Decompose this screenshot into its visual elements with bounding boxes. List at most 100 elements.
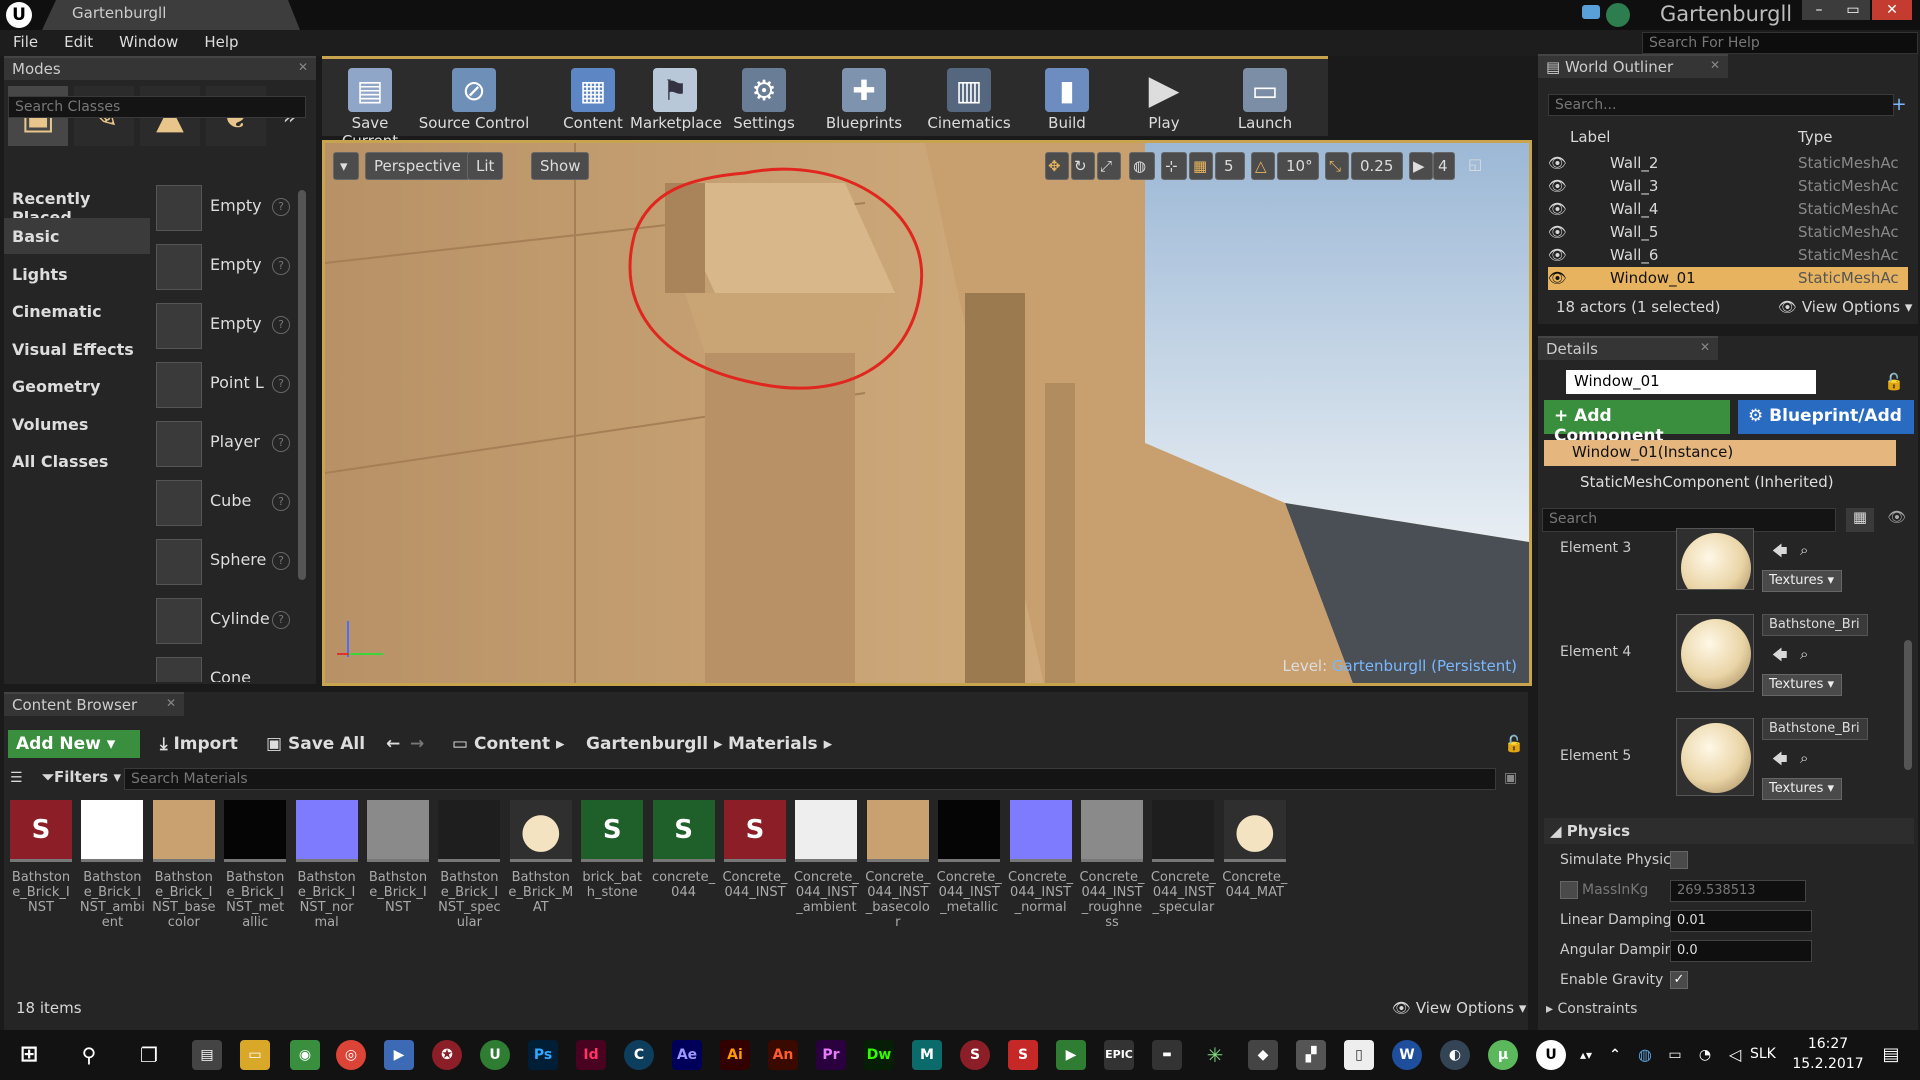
menu-window[interactable]: Window [106, 30, 191, 54]
import-button[interactable]: ⤓ Import [152, 730, 246, 758]
level-viewport[interactable]: ▾ Perspective Lit Show ✥ ↻ ⤢ ◍ ⊹ ▦ 5 △ 1… [322, 140, 1532, 686]
filters-button[interactable]: ⏷Filters ▾ [42, 768, 121, 786]
rotation-snap-value[interactable]: 10° [1277, 152, 1319, 180]
material-dropdown[interactable]: Bathstone_Bri [1762, 614, 1868, 636]
blueprint-add-script-button[interactable]: ⚙ Blueprint/Add [1738, 400, 1914, 434]
document-tab[interactable]: Gartenburgll [42, 0, 300, 30]
source-control-button[interactable]: ⊘ Source Control [418, 62, 530, 136]
asset-tile[interactable]: Bathstone_Brick_INST [365, 800, 431, 915]
app-icon[interactable]: S [960, 1040, 990, 1070]
app-icon[interactable]: ◆ [1248, 1040, 1278, 1070]
textures-button[interactable]: Textures ▾ [1762, 674, 1842, 696]
photoshop-icon[interactable]: Ps [528, 1040, 558, 1070]
category-lights[interactable]: Lights [4, 256, 150, 292]
breadcrumb-gartenburgll[interactable]: Gartenburgll ▸ [578, 730, 731, 758]
help-icon[interactable]: ? [272, 257, 290, 275]
help-icon[interactable]: ? [272, 552, 290, 570]
app-icon[interactable]: ◉ [290, 1040, 320, 1070]
details-tab[interactable]: Details ✕ [1538, 336, 1718, 360]
menu-help[interactable]: Help [191, 30, 251, 54]
linear-damping-input[interactable]: 0.01 [1670, 910, 1812, 932]
play-button[interactable]: ▶ Play [1134, 62, 1194, 136]
asset-tile[interactable]: Concrete_044_INST_metallic [936, 800, 1002, 915]
help-icon[interactable]: ? [272, 375, 290, 393]
asset-tile[interactable]: Sconcrete_044 [651, 800, 717, 900]
outliner-row[interactable]: 👁 Wall_2 StaticMeshAc [1548, 152, 1908, 175]
app-icon[interactable]: ◐ [1440, 1040, 1470, 1070]
component-inherited-row[interactable]: StaticMeshComponent (Inherited) [1544, 470, 1896, 496]
asset-tile[interactable]: Bathstone_Brick_INST_metallic [222, 800, 288, 930]
asset-tile[interactable]: Bathstone_Brick_INST_basecolor [151, 800, 217, 930]
eye-icon[interactable]: 👁 [1548, 269, 1567, 287]
category-visual-effects[interactable]: Visual Effects [4, 331, 150, 367]
add-new-button[interactable]: Add New ▾ [8, 730, 140, 758]
viewport-options-button[interactable]: ▾ [333, 152, 359, 180]
content-search-input[interactable]: Search Materials [124, 768, 1496, 790]
unreal-engine-icon[interactable]: U [1536, 1040, 1566, 1070]
place-item-empty-character[interactable]: Empty? [156, 239, 296, 295]
app-icon[interactable]: ▶ [1056, 1040, 1086, 1070]
asset-tile[interactable]: Concrete_044_INST_ambient [793, 800, 859, 915]
add-actor-icon[interactable]: + [1888, 94, 1910, 116]
asset-tile[interactable]: ● Bathstone_Brick_MAT [508, 800, 574, 915]
outliner-search-input[interactable]: Search... [1548, 94, 1894, 116]
asset-tile[interactable]: S Concrete_044_INST [722, 800, 788, 900]
app-icon[interactable]: ✳ [1200, 1040, 1230, 1070]
translate-tool-icon[interactable]: ✥ [1045, 152, 1069, 180]
lock-icon[interactable]: 🔓 [1884, 372, 1904, 391]
category-cinematic[interactable]: Cinematic [4, 293, 150, 329]
category-geometry[interactable]: Geometry [4, 368, 150, 404]
windows-start-icon[interactable]: ⊞ [14, 1040, 44, 1070]
chrome-icon[interactable]: ◎ [336, 1040, 366, 1070]
textures-button[interactable]: Textures ▾ [1762, 778, 1842, 800]
asset-tile[interactable]: Bathstone_Brick_INST_normal [294, 800, 360, 930]
asset-tile[interactable]: Concrete_044_INST_specular [1150, 800, 1216, 915]
eye-icon[interactable]: 👁 [1548, 154, 1567, 172]
scale-tool-icon[interactable]: ⤢ [1097, 152, 1121, 180]
search-icon[interactable]: ⚲ [74, 1040, 104, 1070]
asset-tile[interactable]: Concrete_044_INST_normal [1008, 800, 1074, 915]
enable-gravity-checkbox[interactable]: ✓ [1670, 971, 1688, 989]
constraints-row[interactable]: ▸ Constraints [1546, 1001, 1637, 1017]
asset-tile[interactable]: ● Concrete_044_MAT [1222, 800, 1288, 900]
close-tab-icon[interactable]: ✕ [1700, 340, 1710, 354]
launch-button[interactable]: ▭ Launch [1230, 62, 1300, 136]
camera-speed-icon[interactable]: ▶ [1409, 152, 1433, 180]
content-browser-tab[interactable]: Content Browser ✕ [4, 692, 184, 716]
help-icon[interactable]: ? [272, 434, 290, 452]
close-button[interactable]: ✕ [1872, 0, 1912, 20]
physics-section-header[interactable]: ◢ Physics [1544, 818, 1914, 844]
show-button[interactable]: Show [531, 152, 590, 180]
language-indicator[interactable]: SLK [1750, 1046, 1776, 1062]
surface-snap-icon[interactable]: ⊹ [1161, 152, 1187, 180]
source-control-icon[interactable] [1606, 3, 1630, 27]
lock-icon[interactable]: 🔓 [1504, 734, 1524, 753]
place-item-sphere[interactable]: Sphere? [156, 534, 296, 590]
notifications-icon[interactable]: ▤ [1876, 1040, 1906, 1070]
world-outliner-tab[interactable]: ▤ World Outliner ✕ [1538, 54, 1728, 78]
grid-snap-value[interactable]: 5 [1215, 152, 1245, 180]
clock[interactable]: 16:27 15.2.2017 [1792, 1034, 1864, 1074]
asset-tile[interactable]: Sbrick_bath_stone [579, 800, 645, 900]
maximize-viewport-icon[interactable]: ◱ [1465, 152, 1487, 180]
modes-scrollbar[interactable] [298, 190, 306, 580]
rotate-tool-icon[interactable]: ↻ [1071, 152, 1095, 180]
menu-file[interactable]: File [0, 30, 51, 54]
textures-button[interactable]: Textures ▾ [1762, 570, 1842, 592]
close-tab-icon[interactable]: ✕ [166, 696, 176, 710]
outliner-view-options[interactable]: 👁 View Options ▾ [1778, 298, 1912, 316]
chat-icon[interactable] [1582, 5, 1600, 19]
browse-icon[interactable]: ⌕ [1800, 645, 1808, 663]
tray-icon[interactable]: ◍ [1630, 1040, 1660, 1070]
column-label[interactable]: Label [1570, 128, 1610, 146]
app-icon[interactable]: ▶ [384, 1040, 414, 1070]
asset-tile[interactable]: S Bathstone_Brick_INST [8, 800, 74, 915]
task-view-icon[interactable]: ❐ [134, 1040, 164, 1070]
marketplace-button[interactable]: ⚑ Marketplace [630, 62, 722, 136]
search-classes-input[interactable]: Search Classes [8, 96, 306, 118]
app-icon[interactable]: S [1008, 1040, 1038, 1070]
help-search-input[interactable]: Search For Help [1642, 32, 1918, 54]
place-item-cube[interactable]: Cube? [156, 475, 296, 531]
breadcrumb-materials[interactable]: Materials ▸ [720, 730, 840, 758]
camera-speed-value[interactable]: 4 [1433, 152, 1455, 180]
